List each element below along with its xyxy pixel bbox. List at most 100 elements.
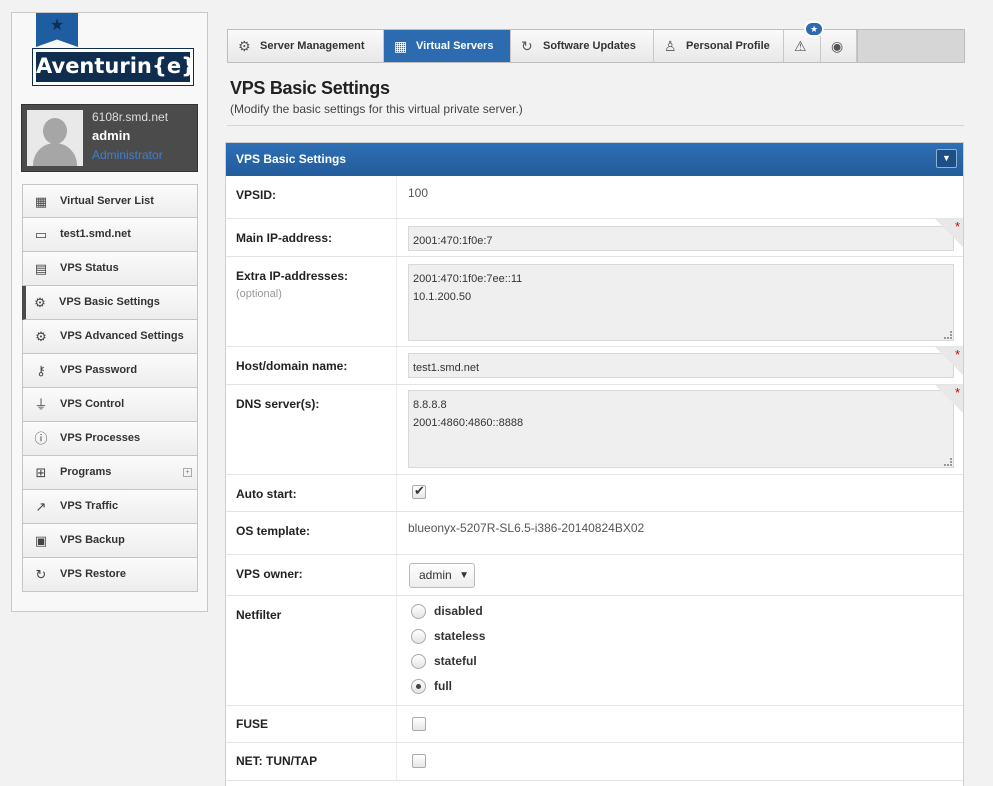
main-ip-input[interactable]: 2001:470:1f0e:7 [408, 226, 954, 251]
lifebuoy-icon: ◉ [831, 38, 844, 54]
sidebar-item-label: VPS Basic Settings [59, 296, 160, 308]
sidebar-item-label: VPS Restore [60, 568, 127, 580]
panel-header: VPS Basic Settings ▼ [226, 143, 963, 176]
row-hostname: Host/domain name: test1.smd.net * [226, 347, 963, 385]
sidebar-item-label: test1.smd.net [60, 228, 131, 240]
tab-virtual-servers[interactable]: ▦ Virtual Servers [384, 30, 511, 62]
chart-icon: ↗ [35, 499, 47, 514]
plug-icon: ⏚ [34, 397, 48, 412]
sidebar-item-vps-password[interactable]: ⚷ VPS Password [22, 354, 198, 388]
tab-server-management[interactable]: ⚙ Server Management [228, 30, 384, 62]
sidebar-item-label: Programs [60, 466, 112, 478]
tab-personal-profile[interactable]: ♙ Personal Profile [654, 30, 784, 62]
sidebar-item-label: VPS Password [60, 364, 138, 376]
sidebar-item-vps-traffic[interactable]: ↗ VPS Traffic [22, 490, 198, 524]
vps-owner-select[interactable]: admin ▼ [409, 563, 475, 588]
required-star-icon: * [954, 347, 960, 362]
user-host: 6108r.smd.net [92, 110, 169, 124]
required-star-icon: * [954, 219, 960, 234]
expand-icon[interactable]: + [183, 468, 192, 477]
user-role[interactable]: Administrator [92, 148, 163, 162]
resize-grip-icon[interactable] [944, 331, 952, 339]
radio-button[interactable] [411, 654, 426, 669]
required-marker: * [935, 219, 963, 247]
sidebar-item-label: Virtual Server List [60, 195, 154, 207]
radio-button[interactable] [411, 679, 426, 694]
sidebar-item-vps-status[interactable]: ▤ VPS Status [22, 252, 198, 286]
sidebar-item-vps-basic-settings[interactable]: ⚙ VPS Basic Settings [22, 286, 198, 320]
required-marker: * [935, 347, 963, 375]
title-divider [227, 125, 964, 126]
row-auto-start: Auto start: ✔ [226, 475, 963, 512]
fuse-checkbox[interactable] [412, 717, 426, 731]
dns-label: DNS server(s): [236, 397, 320, 411]
tun-tap-checkbox[interactable] [412, 754, 426, 768]
required-marker: * [935, 385, 963, 413]
sidebar-item-vps-control[interactable]: ⏚ VPS Control [22, 388, 198, 422]
vps-owner-label: VPS owner: [236, 567, 303, 581]
sidebar-item-vps-advanced-settings[interactable]: ⚙ VPS Advanced Settings [22, 320, 198, 354]
tab-support[interactable]: ◉ [821, 30, 857, 62]
sidebar-item-label: VPS Control [60, 398, 125, 410]
user-card: 6108r.smd.net admin Administrator [21, 104, 198, 172]
sidebar-item-test1[interactable]: ▭ test1.smd.net [22, 218, 198, 252]
vpsid-value: 100 [408, 186, 429, 200]
page-subtitle: (Modify the basic settings for this virt… [230, 102, 523, 116]
sidebar-item-vps-processes[interactable]: ⓘ VPS Processes [22, 422, 198, 456]
grid-icon: ▦ [394, 38, 408, 54]
brand-logo[interactable]: Aventurin{e} [32, 48, 196, 86]
star-icon: ★ [49, 17, 65, 34]
required-star-icon: * [954, 385, 960, 400]
refresh-icon: ↻ [35, 567, 47, 582]
row-tun-tap: NET: TUN/TAP [226, 743, 963, 781]
sidebar-item-vps-backup[interactable]: ▣ VPS Backup [22, 524, 198, 558]
radio-button[interactable] [411, 604, 426, 619]
hostname-input[interactable]: test1.smd.net [408, 353, 954, 378]
netfilter-label: Netfilter [236, 608, 282, 622]
extra-ip-hint: (optional) [236, 288, 282, 300]
sidebar-item-label: VPS Processes [60, 432, 141, 444]
os-template-label: OS template: [236, 524, 311, 538]
auto-start-label: Auto start: [236, 487, 297, 501]
resize-grip-icon[interactable] [944, 458, 952, 466]
sidebar: ★ Aventurin{e} 6108r.smd.net admin Admin… [11, 12, 208, 612]
search-area[interactable] [857, 30, 964, 62]
logo-ribbon: ★ [36, 13, 78, 47]
row-extra-ip: Extra IP-addresses: (optional) 2001:470:… [226, 257, 963, 347]
chevron-down-icon: ▼ [459, 570, 469, 581]
extra-ip-textarea[interactable]: 2001:470:1f0e:7ee::11 10.1.200.50 [408, 264, 954, 341]
user-icon: ♙ [664, 38, 677, 54]
row-vps-owner: VPS owner: admin ▼ [226, 555, 963, 596]
avatar [27, 110, 83, 166]
row-main-ip: Main IP-address: 2001:470:1f0e:7 * [226, 219, 963, 257]
settings-panel: VPS Basic Settings ▼ VPSID: 100 Main IP-… [225, 142, 964, 786]
row-fuse: FUSE [226, 706, 963, 743]
checkmark-icon: ✔ [414, 483, 425, 498]
auto-start-checkbox[interactable]: ✔ [412, 483, 426, 499]
panel-collapse-button[interactable]: ▼ [936, 149, 957, 168]
hostname-label: Host/domain name: [236, 359, 348, 373]
notification-badge[interactable]: ★ [804, 21, 824, 37]
tab-software-updates[interactable]: ↻ Software Updates [511, 30, 654, 62]
user-name: admin [92, 128, 131, 143]
tun-tap-label: NET: TUN/TAP [236, 754, 318, 768]
info-icon: ⓘ [34, 431, 48, 446]
backup-icon: ▣ [34, 533, 48, 548]
gear-icon: ⚙ [238, 38, 251, 54]
os-template-value: blueonyx-5207R-SL6.5-i386-20140824BX02 [408, 521, 645, 535]
sidebar-item-label: VPS Advanced Settings [60, 330, 184, 342]
sidebar-item-virtual-server-list[interactable]: ▦ Virtual Server List [22, 184, 198, 218]
radio-button[interactable] [411, 629, 426, 644]
list-icon: ▦ [34, 194, 48, 209]
dns-textarea[interactable]: 8.8.8.8 2001:4860:4860::8888 [408, 390, 954, 468]
row-os-template: OS template: blueonyx-5207R-SL6.5-i386-2… [226, 512, 963, 555]
panel-title: VPS Basic Settings [236, 152, 347, 166]
main-ip-label: Main IP-address: [236, 231, 333, 245]
sidebar-item-vps-restore[interactable]: ↻ VPS Restore [22, 558, 198, 592]
sitemap-icon: ⊞ [35, 465, 47, 480]
top-nav: ⚙ Server Management ▦ Virtual Servers ↻ Sof… [227, 21, 965, 63]
gear-icon: ⚙ [34, 295, 46, 310]
side-nav: ▦ Virtual Server List ▭ test1.smd.net ▤ VPS… [22, 184, 198, 592]
briefcase-icon: ▤ [34, 261, 48, 276]
sidebar-item-programs[interactable]: ⊞ Programs + [22, 456, 198, 490]
